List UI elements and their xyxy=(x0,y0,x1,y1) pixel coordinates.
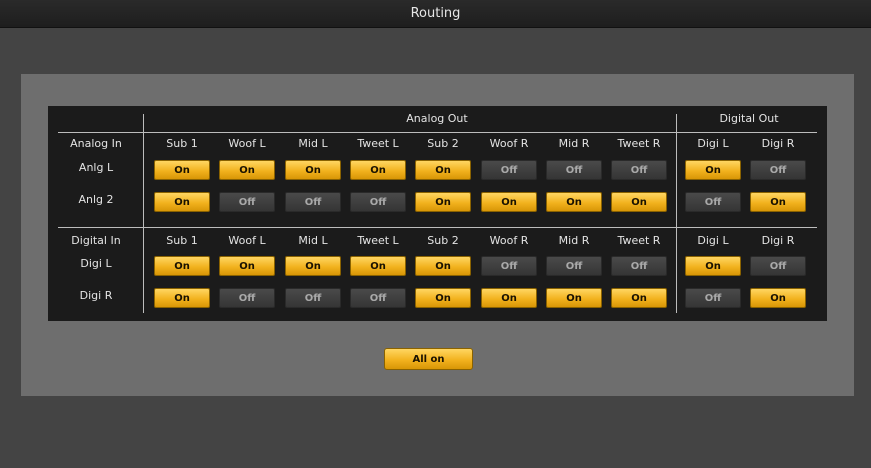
section-divider xyxy=(58,227,817,228)
route-toggle-button[interactable]: Off xyxy=(481,160,537,180)
route-toggle-button[interactable]: On xyxy=(350,160,406,180)
column-header: Tweet L xyxy=(357,234,399,247)
section-title: Analog In xyxy=(70,137,122,150)
column-header: Digi R xyxy=(761,137,795,150)
input-column-divider xyxy=(143,114,144,313)
all-on-button[interactable]: All on xyxy=(384,348,473,370)
row-label: Anlg L xyxy=(78,161,114,174)
column-header: Mid L xyxy=(298,234,328,247)
column-header: Sub 2 xyxy=(427,234,459,247)
column-header: Sub 1 xyxy=(166,137,198,150)
column-header: Woof L xyxy=(228,137,266,150)
route-toggle-button[interactable]: On xyxy=(350,256,406,276)
route-toggle-button[interactable]: On xyxy=(685,160,741,180)
route-toggle-button[interactable]: Off xyxy=(685,288,741,308)
route-toggle-button[interactable]: On xyxy=(611,288,667,308)
route-toggle-button[interactable]: On xyxy=(611,192,667,212)
route-toggle-button[interactable]: Off xyxy=(611,160,667,180)
route-toggle-button[interactable]: On xyxy=(285,256,341,276)
route-toggle-button[interactable]: Off xyxy=(750,256,806,276)
column-header: Sub 2 xyxy=(427,137,459,150)
column-header: Tweet L xyxy=(357,137,399,150)
column-header: Mid L xyxy=(298,137,328,150)
column-header: Digi L xyxy=(697,137,729,150)
column-header: Woof L xyxy=(228,234,266,247)
route-toggle-button[interactable]: On xyxy=(415,256,471,276)
route-toggle-button[interactable]: Off xyxy=(350,192,406,212)
route-toggle-button[interactable]: On xyxy=(219,256,275,276)
column-header: Mid R xyxy=(558,137,590,150)
route-toggle-button[interactable]: On xyxy=(546,192,602,212)
route-toggle-button[interactable]: On xyxy=(481,192,537,212)
analog-out-header: Analog Out xyxy=(406,112,468,125)
route-toggle-button[interactable]: On xyxy=(154,160,210,180)
column-header: Mid R xyxy=(558,234,590,247)
row-label: Digi L xyxy=(80,257,112,270)
column-header: Tweet R xyxy=(617,234,661,247)
row-label: Digi R xyxy=(79,289,113,302)
route-toggle-button[interactable]: Off xyxy=(350,288,406,308)
route-toggle-button[interactable]: On xyxy=(219,160,275,180)
route-toggle-button[interactable]: Off xyxy=(546,256,602,276)
route-toggle-button[interactable]: On xyxy=(750,288,806,308)
route-toggle-button[interactable]: On xyxy=(415,288,471,308)
routing-matrix: Analog Out Digital Out Analog In Sub 1 Woo… xyxy=(48,106,827,321)
window-title: Routing xyxy=(0,0,871,28)
section-title: Digital In xyxy=(71,234,121,247)
route-toggle-button[interactable]: On xyxy=(415,192,471,212)
digital-out-header: Digital Out xyxy=(719,112,779,125)
route-toggle-button[interactable]: Off xyxy=(685,192,741,212)
route-toggle-button[interactable]: On xyxy=(481,288,537,308)
route-toggle-button[interactable]: Off xyxy=(750,160,806,180)
column-header: Sub 1 xyxy=(166,234,198,247)
route-toggle-button[interactable]: Off xyxy=(219,288,275,308)
row-label: Anlg 2 xyxy=(78,193,114,206)
route-toggle-button[interactable]: Off xyxy=(285,288,341,308)
route-toggle-button[interactable]: On xyxy=(750,192,806,212)
column-header: Woof R xyxy=(489,137,529,150)
column-header: Digi R xyxy=(761,234,795,247)
route-toggle-button[interactable]: On xyxy=(154,288,210,308)
column-header: Digi L xyxy=(697,234,729,247)
header-divider xyxy=(58,132,817,133)
route-toggle-button[interactable]: Off xyxy=(219,192,275,212)
route-toggle-button[interactable]: Off xyxy=(285,192,341,212)
column-header: Woof R xyxy=(489,234,529,247)
route-toggle-button[interactable]: On xyxy=(415,160,471,180)
digital-out-divider xyxy=(676,114,677,313)
route-toggle-button[interactable]: On xyxy=(285,160,341,180)
route-toggle-button[interactable]: On xyxy=(154,256,210,276)
route-toggle-button[interactable]: Off xyxy=(481,256,537,276)
column-header: Tweet R xyxy=(617,137,661,150)
route-toggle-button[interactable]: On xyxy=(154,192,210,212)
route-toggle-button[interactable]: On xyxy=(685,256,741,276)
route-toggle-button[interactable]: Off xyxy=(611,256,667,276)
route-toggle-button[interactable]: On xyxy=(546,288,602,308)
route-toggle-button[interactable]: Off xyxy=(546,160,602,180)
